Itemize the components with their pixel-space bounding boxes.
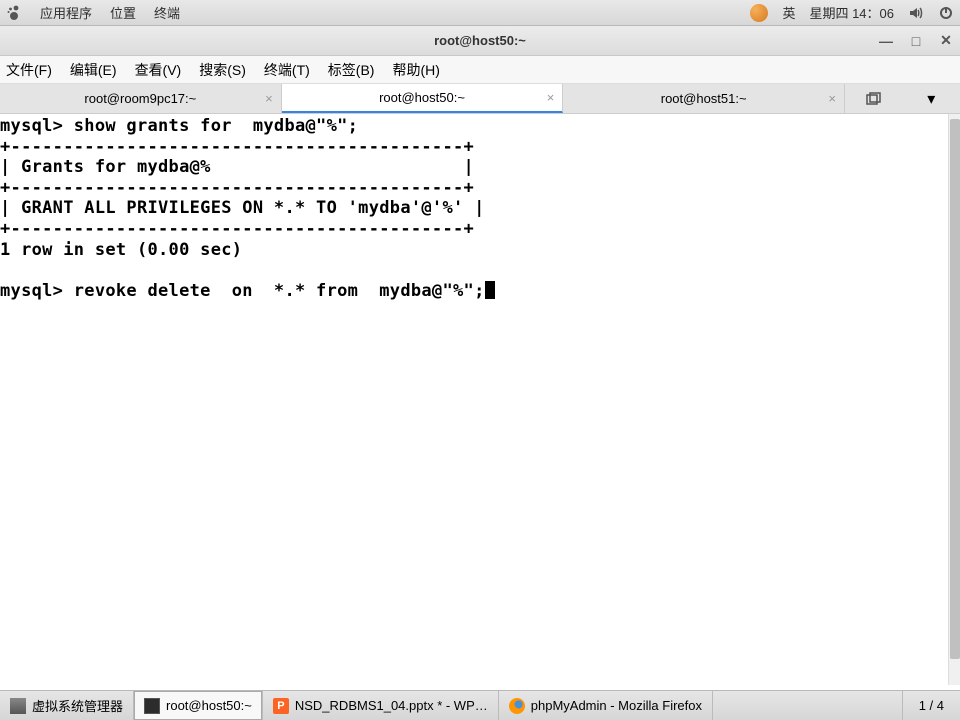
notification-icon[interactable] — [750, 4, 768, 22]
terminal-line: | GRANT ALL PRIVILEGES ON *.* TO 'mydba'… — [0, 198, 485, 218]
taskbar-label: 虚拟系统管理器 — [32, 696, 123, 715]
tab-room9pc17[interactable]: root@room9pc17:~ × — [0, 84, 282, 113]
taskbar-virt-manager[interactable]: 虚拟系统管理器 — [0, 691, 134, 720]
terminal-cursor — [485, 281, 495, 299]
menu-tabs[interactable]: 标签(B) — [328, 60, 375, 80]
ime-indicator[interactable]: 英 — [782, 3, 795, 22]
terminal-menu-bar: 文件(F) 编辑(E) 查看(V) 搜索(S) 终端(T) 标签(B) 帮助(H… — [0, 56, 960, 84]
menu-search[interactable]: 搜索(S) — [199, 60, 246, 80]
wps-icon: P — [273, 698, 289, 714]
gnome-foot-icon[interactable] — [6, 5, 22, 21]
menu-places[interactable]: 位置 — [110, 3, 136, 22]
gnome-taskbar: 虚拟系统管理器 root@host50:~ P NSD_RDBMS1_04.pp… — [0, 690, 960, 720]
terminal-line: mysql> revoke delete on *.* from mydba@"… — [0, 281, 485, 301]
virt-manager-icon — [10, 698, 26, 714]
menu-terminal-indicator[interactable]: 终端 — [154, 3, 180, 22]
tab-close-icon[interactable]: × — [547, 90, 555, 105]
terminal-line: 1 row in set (0.00 sec) — [0, 240, 242, 260]
tab-host51[interactable]: root@host51:~ × — [563, 84, 845, 113]
tab-label: root@host50:~ — [379, 90, 465, 105]
terminal-line: mysql> show grants for mydba@"%"; — [0, 116, 358, 136]
menu-terminal[interactable]: 终端(T) — [264, 60, 310, 80]
window-title-bar: root@host50:~ — □ ✕ — [0, 26, 960, 56]
menu-help[interactable]: 帮助(H) — [392, 60, 439, 80]
terminal-output[interactable]: mysql> show grants for mydba@"%"; +-----… — [0, 114, 960, 685]
tab-close-icon[interactable]: × — [265, 91, 273, 106]
taskbar-wps[interactable]: P NSD_RDBMS1_04.pptx * - WP… — [263, 691, 499, 720]
menu-edit[interactable]: 编辑(E) — [70, 60, 117, 80]
terminal-line: +---------------------------------------… — [0, 137, 474, 157]
terminal-tab-bar: root@room9pc17:~ × root@host50:~ × root@… — [0, 84, 960, 114]
new-tab-icon[interactable] — [865, 90, 883, 108]
firefox-icon — [509, 698, 525, 714]
terminal-line: | Grants for mydba@% | — [0, 157, 474, 177]
menu-file[interactable]: 文件(F) — [6, 60, 52, 80]
tab-label: root@room9pc17:~ — [84, 91, 196, 106]
terminal-icon — [144, 698, 160, 714]
taskbar-label: root@host50:~ — [166, 698, 252, 713]
clock[interactable]: 星期四 14：06 — [809, 3, 894, 22]
scrollbar-thumb[interactable] — [950, 119, 960, 659]
workspace-indicator[interactable]: 1 / 4 — [902, 691, 960, 720]
power-icon[interactable] — [938, 5, 954, 21]
tab-host50[interactable]: root@host50:~ × — [282, 84, 564, 113]
menu-view[interactable]: 查看(V) — [135, 60, 182, 80]
minimize-button[interactable]: — — [878, 33, 894, 49]
taskbar-label: NSD_RDBMS1_04.pptx * - WP… — [295, 698, 488, 713]
menu-applications[interactable]: 应用程序 — [40, 3, 92, 22]
taskbar-terminal[interactable]: root@host50:~ — [134, 691, 263, 720]
terminal-scrollbar[interactable] — [948, 114, 960, 685]
close-button[interactable]: ✕ — [938, 33, 954, 49]
tab-menu-icon[interactable]: ▾ — [922, 90, 940, 108]
terminal-line: +---------------------------------------… — [0, 178, 474, 198]
terminal-line: +---------------------------------------… — [0, 219, 474, 239]
gnome-top-panel: 应用程序 位置 终端 英 星期四 14：06 — [0, 0, 960, 26]
maximize-button[interactable]: □ — [908, 33, 924, 49]
tab-label: root@host51:~ — [661, 91, 747, 106]
volume-icon[interactable] — [908, 5, 924, 21]
taskbar-label: phpMyAdmin - Mozilla Firefox — [531, 698, 702, 713]
taskbar-firefox[interactable]: phpMyAdmin - Mozilla Firefox — [499, 691, 713, 720]
workspace-label: 1 / 4 — [919, 698, 944, 713]
window-title: root@host50:~ — [434, 33, 526, 48]
tab-close-icon[interactable]: × — [828, 91, 836, 106]
